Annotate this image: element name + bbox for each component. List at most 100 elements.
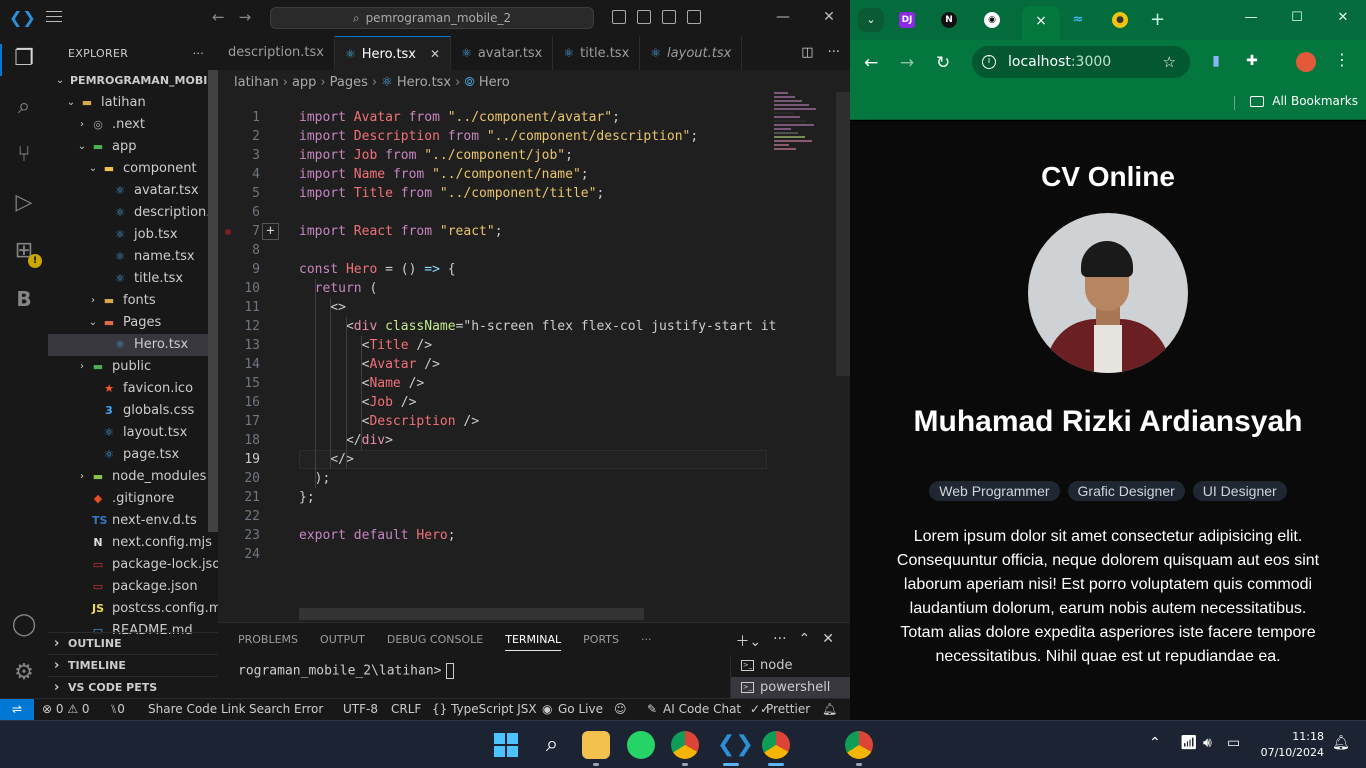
tree-item[interactable]: ▭ package.json xyxy=(48,576,218,598)
code-line[interactable]: 4 import Name from "../component/name"; xyxy=(218,165,778,184)
bootstrap-icon[interactable]: B xyxy=(9,284,39,314)
tab-profile-icon[interactable]: ● xyxy=(1112,12,1128,28)
clock[interactable]: 11:18 07/10/2024 xyxy=(1260,729,1324,761)
panel-tab[interactable]: DEBUG CONSOLE xyxy=(387,633,483,651)
code-line[interactable]: 6 xyxy=(218,203,778,222)
back-arrow-icon[interactable]: ← xyxy=(212,8,225,26)
tab-next-icon[interactable]: N xyxy=(941,12,957,28)
chrome-taskbar-icon[interactable] xyxy=(671,731,699,759)
close-window-icon[interactable]: ✕ xyxy=(806,6,852,28)
more-actions-icon[interactable]: ··· xyxy=(193,47,204,60)
run-debug-icon[interactable]: ▷ xyxy=(9,188,39,218)
chrome-second-profile-icon[interactable] xyxy=(845,731,873,759)
breadcrumb-item[interactable]: Pages xyxy=(330,75,368,90)
chrome-profile-taskbar-icon[interactable] xyxy=(762,731,790,759)
tree-item[interactable]: ⌄ ▬ component xyxy=(48,158,218,180)
tree-item[interactable]: ⚛ avatar.tsx xyxy=(48,180,218,202)
sidebar-section[interactable]: TIMELINE xyxy=(48,654,218,677)
panel-tab[interactable]: PROBLEMS xyxy=(238,633,298,651)
code-line[interactable]: 15 <Name /> xyxy=(218,374,778,393)
ai-code-chat-button[interactable]: AI Code Chat xyxy=(663,699,741,720)
tree-item[interactable]: ◆ .gitignore xyxy=(48,488,218,510)
tree-item[interactable]: TS next-env.d.ts xyxy=(48,510,218,532)
extensions-puzzle-icon[interactable]: ✚ xyxy=(1244,53,1260,69)
code-line[interactable]: 2 import Description from "../component/d… xyxy=(218,127,778,146)
forward-arrow-icon[interactable]: → xyxy=(239,8,252,26)
tree-item[interactable]: ⚛ job.tsx xyxy=(48,224,218,246)
copilot-icon[interactable]: ☺ xyxy=(614,699,627,720)
code-line[interactable]: 21}; xyxy=(218,488,778,507)
sidebar-section[interactable]: OUTLINE xyxy=(48,632,218,655)
extension-docs-icon[interactable]: ▮ xyxy=(1208,53,1224,69)
search-error-status[interactable]: Search Error xyxy=(249,699,323,720)
back-icon[interactable]: ← xyxy=(864,53,878,73)
explorer-scrollbar[interactable] xyxy=(208,70,218,532)
forward-icon[interactable]: → xyxy=(900,53,914,73)
panel-tab[interactable]: PORTS xyxy=(583,633,619,651)
code-line[interactable]: 20 ); xyxy=(218,469,778,488)
code-line[interactable]: 23 export default Hero; xyxy=(218,526,778,545)
problems-status[interactable]: ⊗ 0 ⚠ 0 xyxy=(42,699,90,720)
wifi-icon[interactable]: 📶︎ xyxy=(1180,735,1198,751)
terminal-instance[interactable]: >_ powershell xyxy=(730,677,850,699)
file-explorer-icon[interactable] xyxy=(582,731,610,759)
toggle-panel-icon[interactable] xyxy=(637,10,651,24)
menu-icon[interactable] xyxy=(46,11,62,25)
tree-item[interactable]: ⌄ ▬ app xyxy=(48,136,218,158)
tree-item[interactable]: 3 globals.css xyxy=(48,400,218,422)
tree-item[interactable]: › ◎ .next xyxy=(48,114,218,136)
tree-item[interactable]: › ▬ node_modules xyxy=(48,466,218,488)
whatsapp-icon[interactable] xyxy=(627,731,655,759)
code-line[interactable]: 17 <Description /> xyxy=(218,412,778,431)
profile-avatar[interactable] xyxy=(1296,52,1316,72)
code-line[interactable]: 13 <Title /> xyxy=(218,336,778,355)
reload-icon[interactable]: ↻ xyxy=(936,53,950,73)
notification-icon[interactable]: 🔔︎ xyxy=(1332,735,1350,751)
vscode-taskbar-icon[interactable]: ❮❯ xyxy=(717,731,754,759)
golive-button[interactable]: Go Live xyxy=(558,699,603,720)
site-info-icon[interactable]: i xyxy=(982,55,996,69)
tree-item[interactable]: ⌄ ▬ Pages xyxy=(48,312,218,334)
code-editor[interactable]: 1 import Avatar from "../component/avatar… xyxy=(218,108,778,564)
prettier-button[interactable]: Prettier xyxy=(766,699,810,720)
tree-item[interactable]: ⚛ page.tsx xyxy=(48,444,218,466)
add-comment-icon[interactable]: + xyxy=(262,223,279,240)
toggle-secondary-sidebar-icon[interactable] xyxy=(662,10,676,24)
breadcrumb-item[interactable]: Hero xyxy=(479,75,510,90)
chrome-menu-icon[interactable]: ⋮ xyxy=(1334,50,1350,69)
tab-search-icon[interactable]: ⌄ xyxy=(858,8,884,32)
tree-item[interactable]: ⚛ layout.tsx xyxy=(48,422,218,444)
extensions-icon[interactable]: ⊞! xyxy=(9,236,42,268)
ports-status[interactable]: ⑊0 xyxy=(110,699,125,720)
share-code-link[interactable]: Share Code Link xyxy=(148,699,246,720)
editor-tab[interactable]: ⚛ Hero.tsx ✕ xyxy=(334,36,452,70)
chrome-close-icon[interactable]: ✕ xyxy=(1320,10,1366,25)
code-line[interactable]: 3 import Job from "../component/job"; xyxy=(218,146,778,165)
editor-vertical-scrollbar[interactable] xyxy=(836,92,850,376)
tree-item[interactable]: ⌄ PEMROGRAMAN_MOBILE_2 xyxy=(48,70,218,92)
tab-tailwind-icon[interactable]: ≈ xyxy=(1070,12,1086,28)
chrome-minimize-icon[interactable]: — xyxy=(1228,10,1274,25)
tree-item[interactable]: ⌄ ▬ latihan xyxy=(48,92,218,114)
settings-gear-icon[interactable]: ⚙ xyxy=(9,658,39,688)
chrome-maximize-icon[interactable]: ☐ xyxy=(1274,10,1320,25)
tree-item[interactable]: ⚛ description.tsx xyxy=(48,202,218,224)
battery-icon[interactable]: ▭ xyxy=(1227,735,1240,751)
remote-indicator-icon[interactable]: ⇌ xyxy=(0,699,34,720)
minimap[interactable] xyxy=(774,92,830,152)
all-bookmarks-button[interactable]: All Bookmarks xyxy=(1250,94,1358,108)
code-line[interactable]: 14 <Avatar /> xyxy=(218,355,778,374)
breadcrumb-item[interactable]: app xyxy=(292,75,316,90)
tray-overflow-icon[interactable]: ⌃ xyxy=(1149,735,1161,751)
sidebar-section[interactable]: VS CODE PETS xyxy=(48,676,218,699)
panel-tab[interactable]: TERMINAL xyxy=(505,633,562,651)
tab-close-icon[interactable]: ✕ xyxy=(430,47,440,61)
editor-tab[interactable]: description.tsx xyxy=(218,36,335,70)
panel-tabs-more-icon[interactable]: ··· xyxy=(641,633,652,651)
code-line[interactable]: 9 const Hero = () => { xyxy=(218,260,778,279)
account-icon[interactable]: ◯ xyxy=(9,610,39,640)
split-editor-icon[interactable]: ◫ xyxy=(801,45,813,60)
terminal-instance[interactable]: >_ node xyxy=(730,655,850,677)
encoding-status[interactable]: UTF-8 xyxy=(343,699,378,720)
tree-item[interactable]: Nnext.config.mjs xyxy=(48,532,218,554)
